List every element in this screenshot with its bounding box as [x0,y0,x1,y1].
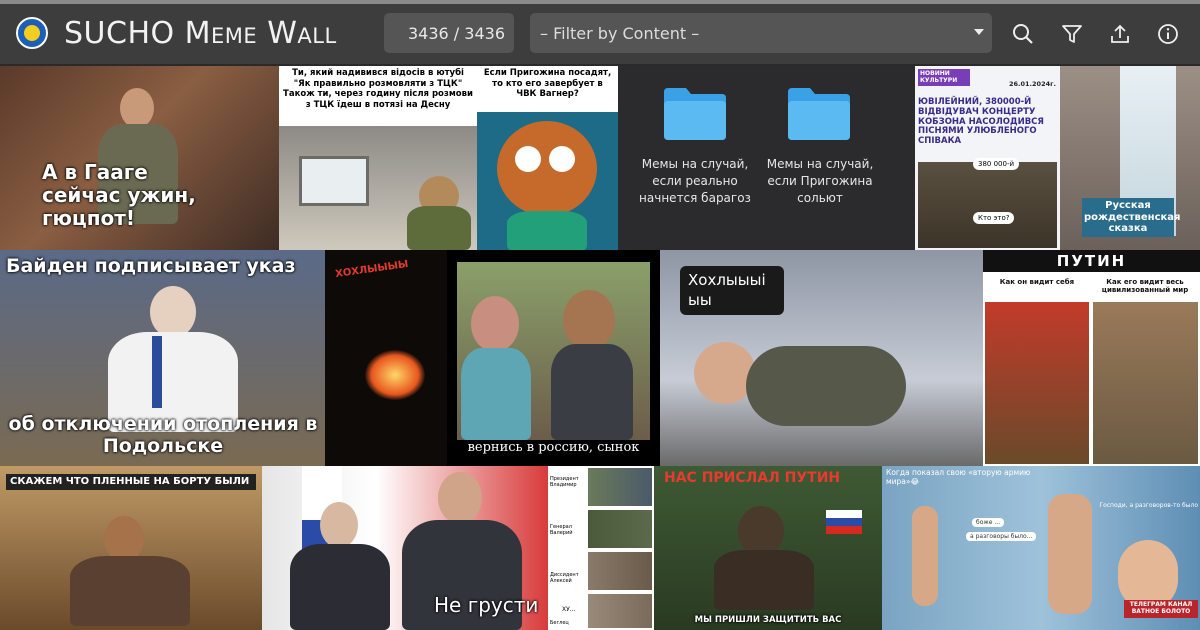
app-title: SUCHO Meme Wall [64,16,337,51]
filter-placeholder: – Filter by Content – [540,23,700,43]
meme-caption-top: Байден подписывает указ [6,255,296,277]
meme-mother[interactable]: вернись в россию, сынок [447,250,660,466]
news-bubble-1: 380 000-й [973,158,1020,170]
content-filter-select[interactable]: – Filter by Content – [530,13,992,53]
sucho-logo[interactable] [16,17,48,49]
news-headline: ЮВІЛЕЙНИЙ, 380000-Й ВІДВІДУВАЧ КОНЦЕРТУ … [918,97,1044,147]
meme-title: ПУТИН [983,250,1200,272]
channel-badge: ТЕЛЕГРАМ КАНАЛ ВАТНОЕ БОЛОТО [1124,600,1198,618]
meme-khokhly[interactable]: Хохлыыыі ыы [660,250,983,466]
chevron-down-icon [974,29,984,35]
mosaic-label-4: ХУ... [562,606,576,613]
meme-caption: А в Гааге сейчас ужин, гюцпот! [42,160,196,230]
meme-second-army[interactable]: Когда показал свою «вторую армию мира»😂 … [882,466,1200,630]
meme-caption-right: Господи, а разговоров-то было [1099,502,1198,509]
meme-prigozhin-monkey[interactable]: Если Пригожина посадят, то кто его завер… [477,66,618,250]
meme-biden[interactable]: Байден подписывает указ об отключении от… [0,250,325,466]
meme-hague[interactable]: А в Гааге сейчас ужин, гюцпот! [0,66,279,250]
panel-label-left: Как он видит себя [999,278,1075,286]
mosaic-label-3: Диссидент Алексей [550,572,579,584]
speech-bubble: Хохлыыыі ыы [680,266,784,315]
meme-caption: Русская рождественская сказка [1082,198,1180,237]
mosaic-label-1: Президент Владимир [550,476,579,488]
meme-text: Если Пригожина посадят, то кто его завер… [477,66,618,112]
mosaic-label-2: Генерал Валерий [550,524,573,536]
info-icon[interactable] [1154,20,1182,48]
meme-caption: СКАЖЕМ ЧТО ПЛЕННЫЕ НА БОРТУ БЫЛИ [6,474,256,490]
meme-tck[interactable]: Ти, який надивився відосів в ютубі "Як п… [279,66,477,250]
meme-text: Ти, який надивився відосів в ютубі "Як п… [279,66,477,126]
fire-sign: ХОХЛЫЫЫЫ [334,258,410,281]
filter-icon[interactable] [1058,20,1086,48]
meme-putin-napoleon[interactable]: ПУТИН Как он видит себя Как его видит ве… [983,250,1200,466]
chat-bubble-1: боже ... [972,518,1005,527]
meme-kobzon[interactable]: НОВИНИ КУЛЬТУРИ 26.01.2024г. ЮВІЛЕЙНИЙ, … [915,66,1060,250]
top-bar: SUCHO Meme Wall 3436 / 3436 – Filter by … [0,0,1200,66]
news-bubble-2: Кто это? [973,212,1015,224]
meme-caption-top: Когда показал свою «вторую армию мира»😂 [886,468,1031,486]
meme-caption-bottom: МЫ ПРИШЛИ ЗАЩИТИТЬ ВАС [694,615,842,625]
meme-caption-bottom: об отключении отопления в Подольске [8,413,318,457]
panel-label-right: Как его видит весь цивилизованный мир [1101,278,1189,294]
news-date: 26.01.2024г. [1009,80,1056,88]
meme-caption-top: НАС ПРИСЛАЛ ПУТИН [664,470,841,486]
upload-icon[interactable] [1106,20,1134,48]
meme-caption: Не грусти [434,593,539,617]
folder-label-1: Мемы на случай, если реально начнется ба… [639,157,751,205]
meme-apes[interactable]: НАС ПРИСЛАЛ ПУТИН МЫ ПРИШЛИ ЗАЩИТИТЬ ВАС [654,466,882,630]
meme-counter: 3436 / 3436 [384,13,514,53]
meme-prisoners[interactable]: СКАЖЕМ ЧТО ПЛЕННЫЕ НА БОРТУ БЫЛИ [0,466,262,630]
chat-bubble-2: а разговоры было... [966,532,1037,541]
meme-caption: вернись в россию, сынок [467,440,640,455]
mosaic-label-5: Беглец [550,620,569,626]
meme-fire[interactable]: ХОХЛЫЫЫЫ [325,250,447,466]
folder-label-2: Мемы на случай, если Пригожина сольют [766,157,874,205]
meme-folders[interactable]: Мемы на случай, если реально начнется ба… [618,66,915,250]
news-badge: НОВИНИ КУЛЬТУРИ [918,69,970,87]
meme-erdogan[interactable]: Не грусти [262,466,548,630]
meme-ice-building[interactable]: Русская рождественская сказка [1060,66,1200,250]
search-icon[interactable] [1009,20,1037,48]
meme-mosaic[interactable]: Президент Владимир Генерал Валерий Дисси… [548,466,654,630]
